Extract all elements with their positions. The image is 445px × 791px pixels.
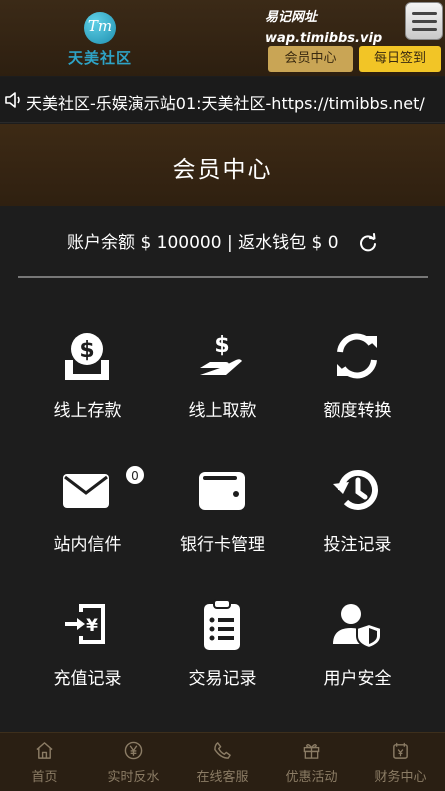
transfer-icon (337, 333, 377, 379)
logo-badge: Tm (84, 12, 116, 44)
menu-item-label: 站内信件 (53, 535, 122, 555)
withdraw-icon: $ (200, 333, 242, 375)
history-icon (333, 469, 378, 510)
user-shield-icon (333, 604, 382, 650)
page-title: 会员中心 (172, 157, 273, 183)
menu-item-credit-transfer[interactable]: 额度转换 (290, 320, 425, 440)
menu-item-user-security[interactable]: 用户安全 (290, 588, 425, 708)
promo-line-2: wap.timibbs.vip (265, 31, 383, 46)
mail-icon (63, 474, 109, 508)
tab-label: 首页 (31, 770, 58, 785)
tab-promotions[interactable]: 优惠活动 (267, 733, 356, 791)
bottom-tab-bar: 首页 实时反水 在线客服 优惠活动 财务中心 (0, 732, 445, 791)
tab-label: 实时反水 (107, 770, 160, 785)
menu-bar-icon (412, 28, 437, 31)
tab-realtime-rebate[interactable]: 实时反水 (89, 733, 178, 791)
menu-item-label: 投注记录 (323, 535, 392, 555)
svg-text:$: $ (214, 333, 229, 358)
menu-item-label: 额度转换 (323, 401, 392, 421)
menu-item-online-deposit[interactable]: $ 线上存款 (20, 320, 155, 440)
menu-item-label: 银行卡管理 (180, 535, 265, 555)
refresh-icon[interactable] (358, 233, 378, 253)
rebate-wallet-label: 返水钱包 (238, 233, 307, 253)
announcement-marquee[interactable]: 天美社区-乐娱演示站01:天美社区-https://timibbs.net/ (0, 77, 445, 123)
tab-home[interactable]: 首页 (0, 733, 89, 791)
deposit-icon: $ (65, 333, 109, 380)
hamburger-menu-button[interactable] (405, 2, 443, 40)
home-icon (36, 742, 53, 759)
menu-item-transaction-records[interactable]: 交易记录 (155, 588, 290, 708)
balance-separator: | (226, 233, 233, 253)
divider (18, 276, 428, 278)
recharge-record-icon: ¥ (65, 604, 105, 644)
menu-item-online-withdraw[interactable]: $ 线上取款 (155, 320, 290, 440)
menu-item-label: 用户安全 (323, 669, 392, 689)
rebate-wallet-value: $ 0 (311, 233, 339, 253)
gift-icon (303, 744, 320, 759)
promo-address: 易记网址 wap.timibbs.vip (265, 6, 382, 46)
menu-item-recharge-records[interactable]: ¥ 充值记录 (20, 588, 155, 708)
account-balance-label: 账户余额 (67, 233, 136, 253)
unread-count-badge: 0 (124, 464, 146, 486)
svg-text:¥: ¥ (86, 616, 98, 636)
menu-item-label: 充值记录 (53, 669, 122, 689)
finance-icon (393, 742, 408, 759)
logo-text: 天美社区 (67, 49, 132, 67)
phone-icon (214, 742, 231, 759)
speaker-icon (5, 92, 20, 108)
member-center-button[interactable]: 会员中心 (268, 46, 353, 72)
marquee-text: 天美社区-乐娱演示站01:天美社区-https://timibbs.net/ (26, 94, 425, 113)
yen-icon (124, 741, 143, 760)
header: Tm 天美社区 易记网址 wap.timibbs.vip 会员中心 每日签到 (0, 0, 445, 76)
wallet-icon (199, 472, 245, 510)
tab-label: 在线客服 (196, 770, 249, 785)
tab-label: 财务中心 (374, 770, 427, 785)
promo-line-1: 易记网址 (265, 10, 318, 25)
menu-bar-icon (412, 12, 437, 15)
tab-finance-center[interactable]: 财务中心 (356, 733, 445, 791)
account-balance-value: $ 100000 (140, 233, 222, 253)
page-title-bar: 会员中心 (0, 124, 445, 206)
daily-signin-button[interactable]: 每日签到 (359, 46, 441, 72)
tab-online-support[interactable]: 在线客服 (178, 733, 267, 791)
svg-text:$: $ (79, 338, 94, 363)
clipboard-icon (204, 599, 240, 650)
balance-row: 账户余额 $ 100000 | 返水钱包 $ 0 (0, 228, 445, 256)
tab-label: 优惠活动 (285, 770, 338, 785)
site-logo[interactable]: Tm 天美社区 (64, 8, 136, 68)
menu-item-label: 交易记录 (188, 669, 257, 689)
menu-bar-icon (412, 20, 437, 23)
menu-item-bet-records[interactable]: 投注记录 (290, 454, 425, 574)
menu-item-bank-card[interactable]: 银行卡管理 (155, 454, 290, 584)
menu-item-label: 线上存款 (53, 401, 122, 421)
menu-item-label: 线上取款 (188, 401, 257, 421)
